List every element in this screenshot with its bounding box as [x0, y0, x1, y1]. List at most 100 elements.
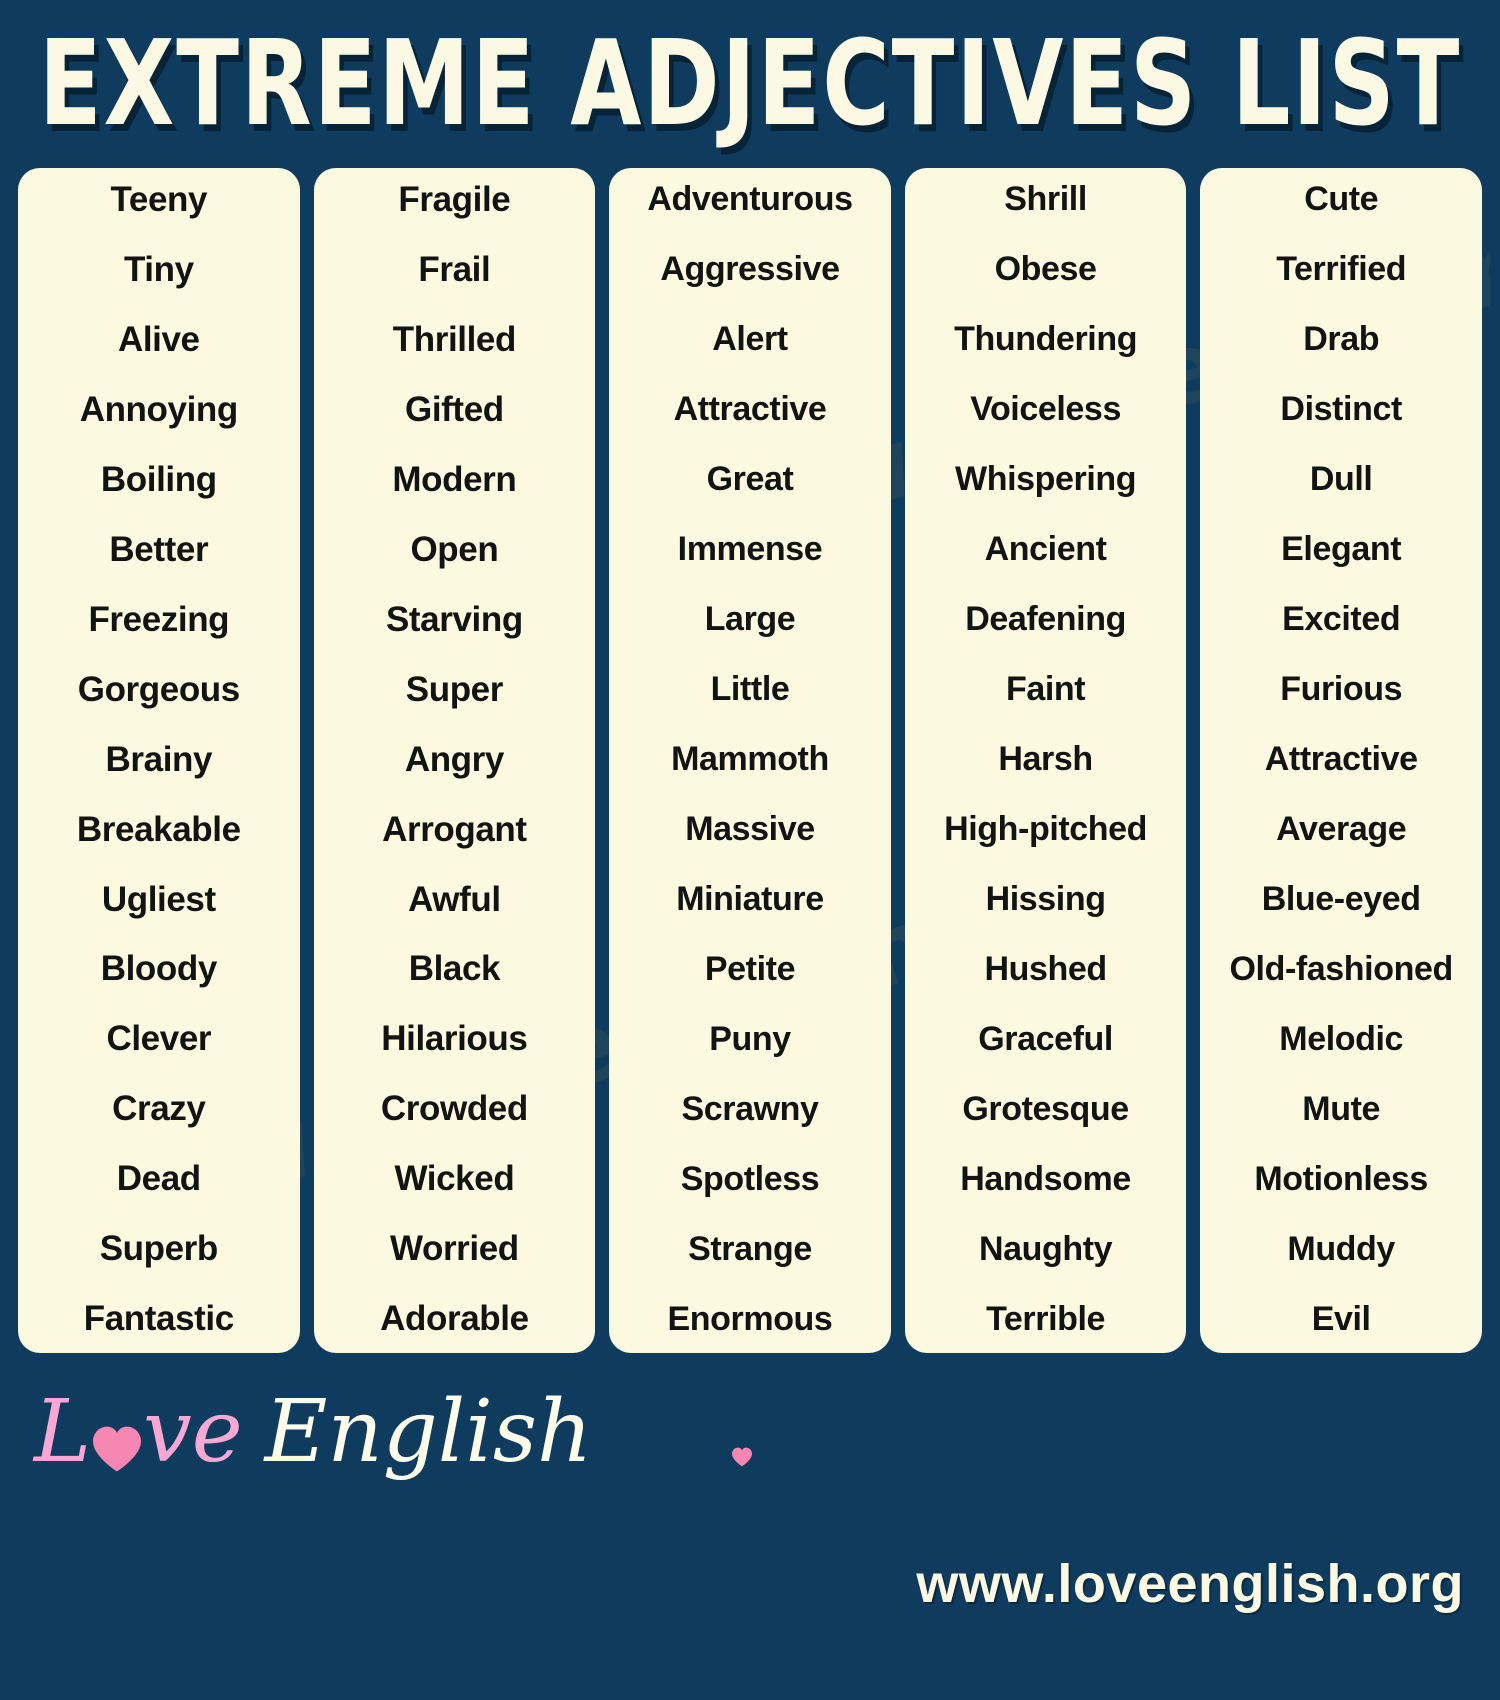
- adjective-word: Alert: [712, 320, 788, 359]
- adjective-word: Shrill: [1004, 180, 1087, 218]
- adjective-word: Grotesque: [962, 1090, 1129, 1129]
- adjective-word: Super: [405, 669, 504, 709]
- adjective-word: Wicked: [394, 1159, 515, 1199]
- adjective-word: Hissing: [985, 880, 1106, 919]
- adjective-word: Obese: [994, 250, 1097, 289]
- adjective-word: Hilarious: [381, 1019, 528, 1059]
- adjective-word: Old-fashioned: [1229, 950, 1453, 989]
- heart-icon: [91, 1395, 143, 1472]
- adjective-word: Melodic: [1279, 1020, 1404, 1059]
- adjective-word: Drab: [1303, 320, 1380, 359]
- adjective-word: Immense: [677, 530, 823, 569]
- adjective-word: Boiling: [100, 459, 217, 499]
- adjective-word: Teeny: [110, 180, 208, 219]
- adjective-word: Fragile: [398, 180, 511, 219]
- adjective-word: Attractive: [1264, 740, 1418, 779]
- adjective-word: Muddy: [1287, 1230, 1395, 1269]
- adjective-word: Alive: [117, 319, 200, 359]
- adjective-word: Arrogant: [382, 809, 527, 849]
- adjective-word: Spotless: [680, 1160, 820, 1199]
- adjective-word: High-pitched: [944, 810, 1148, 849]
- adjective-columns: Teeny Tiny Alive Annoying Boiling Better Freez…: [0, 168, 1500, 1353]
- adjective-column-3: Adventurous Aggressive Alert Attractive Grea…: [609, 168, 891, 1353]
- adjective-word: Adventurous: [647, 180, 853, 218]
- adjective-word: Terrified: [1276, 250, 1407, 289]
- adjective-word: Tiny: [123, 249, 194, 289]
- logo-love-word: Lve: [34, 1389, 243, 1475]
- logo-love-tail: ve: [143, 1382, 243, 1482]
- adjective-word: Starving: [385, 599, 523, 639]
- adjective-word: Crazy: [112, 1089, 206, 1129]
- adjective-word: Worried: [389, 1229, 519, 1269]
- adjective-word: Average: [1276, 810, 1407, 849]
- adjective-word: Petite: [704, 950, 796, 989]
- page-header: EXTREME ADJECTIVES LIST: [0, 0, 1500, 168]
- adjective-word: Scrawny: [681, 1090, 819, 1129]
- adjective-word: Puny: [709, 1020, 791, 1059]
- page-footer: Lve English www.loveenglish.org: [0, 1353, 1500, 1700]
- adjective-word: Brainy: [105, 739, 213, 779]
- adjective-word: Voiceless: [970, 390, 1121, 429]
- adjective-column-5: Cute Terrified Drab Distinct Dull Elegant Exci…: [1200, 168, 1482, 1353]
- love-english-logo: Lve English: [34, 1389, 753, 1475]
- adjective-column-4: Shrill Obese Thundering Voiceless Whispering…: [904, 168, 1187, 1353]
- adjective-word: Breakable: [76, 809, 241, 849]
- adjective-word: Awful: [408, 879, 501, 919]
- adjective-word: Dead: [116, 1159, 201, 1199]
- adjective-word: Naughty: [978, 1230, 1113, 1269]
- adjective-word: Thundering: [954, 320, 1138, 359]
- adjective-word: Enormous: [667, 1300, 833, 1339]
- logo-english-word: English: [265, 1389, 753, 1475]
- adjective-word: Thrilled: [392, 319, 517, 359]
- adjective-word: Black: [408, 949, 501, 989]
- adjective-word: Great: [706, 460, 794, 499]
- logo-english-text: English: [264, 1382, 593, 1482]
- adjective-word: Frail: [418, 249, 491, 289]
- logo-letter-l: L: [34, 1382, 92, 1482]
- adjective-word: Elegant: [1281, 530, 1402, 569]
- adjective-word: Ancient: [984, 530, 1107, 569]
- adjective-word: Faint: [1005, 670, 1086, 709]
- adjective-word: Dull: [1309, 460, 1373, 499]
- adjective-column-2: Fragile Frail Thrilled Gifted Modern Open Star…: [313, 168, 596, 1353]
- adjective-word: Better: [109, 529, 209, 569]
- adjective-word: Mute: [1302, 1090, 1381, 1129]
- adjective-word: Gifted: [405, 389, 504, 429]
- adjective-word: Hushed: [984, 950, 1107, 989]
- adjective-word: Open: [410, 529, 499, 569]
- adjective-word: Motionless: [1254, 1160, 1428, 1199]
- adjective-word: Graceful: [978, 1020, 1113, 1059]
- adjective-word: Miniature: [676, 880, 824, 919]
- adjective-word: Freezing: [88, 599, 230, 639]
- adjective-word: Ugliest: [101, 879, 216, 919]
- heart-dot-icon: [731, 1395, 753, 1467]
- adjective-word: Massive: [685, 810, 815, 849]
- adjective-word: Excited: [1282, 600, 1401, 639]
- adjective-word: Gorgeous: [77, 669, 240, 709]
- adjective-word: Strange: [688, 1230, 812, 1269]
- adjective-word: Little: [710, 670, 790, 709]
- adjective-word: Clever: [106, 1019, 212, 1059]
- adjective-word: Superb: [99, 1229, 219, 1269]
- adjective-word: Aggressive: [660, 250, 840, 289]
- adjective-word: Mammoth: [671, 740, 829, 779]
- adjective-word: Whispering: [955, 460, 1137, 499]
- adjective-word: Evil: [1311, 1300, 1371, 1339]
- adjective-word: Annoying: [79, 389, 239, 429]
- adjective-word: Handsome: [960, 1160, 1131, 1199]
- adjective-word: Modern: [392, 459, 517, 499]
- adjective-word: Bloody: [100, 949, 218, 989]
- adjective-word: Angry: [404, 739, 505, 779]
- site-url[interactable]: www.loveenglish.org: [916, 1553, 1464, 1615]
- adjective-word: Adorable: [380, 1299, 529, 1339]
- adjective-word: Distinct: [1280, 390, 1402, 429]
- adjective-column-1: Teeny Tiny Alive Annoying Boiling Better Freez…: [18, 168, 300, 1353]
- adjective-word: Attractive: [673, 390, 827, 429]
- adjective-word: Fantastic: [83, 1299, 234, 1339]
- adjective-word: Crowded: [380, 1089, 528, 1129]
- adjective-word: Harsh: [998, 740, 1093, 779]
- adjective-word: Blue-eyed: [1261, 880, 1421, 919]
- adjective-word: Deafening: [965, 600, 1126, 639]
- adjective-word: Cute: [1304, 180, 1379, 218]
- page-title: EXTREME ADJECTIVES LIST: [38, 14, 1462, 153]
